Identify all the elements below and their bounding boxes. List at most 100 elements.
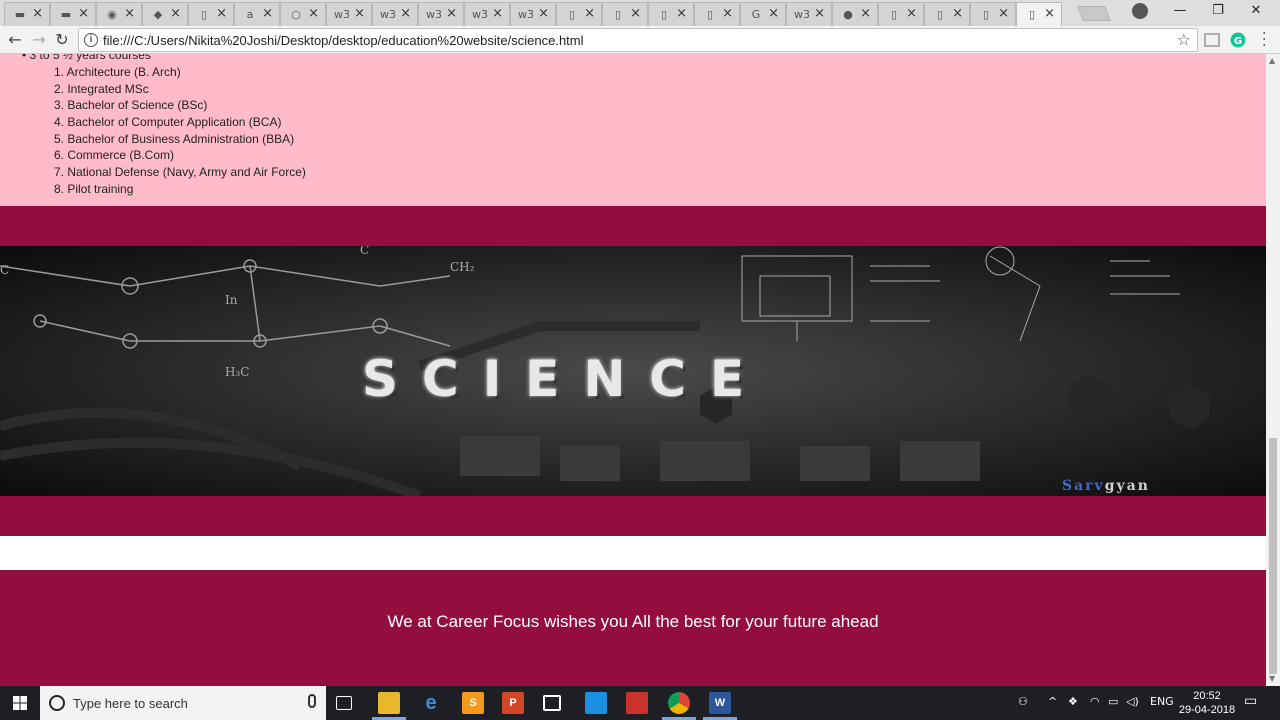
- scroll-down-icon[interactable]: ▼: [1269, 674, 1275, 683]
- task-view-icon[interactable]: [336, 696, 352, 710]
- browser-tab[interactable]: ▯ ×: [648, 2, 694, 26]
- powerpoint-icon[interactable]: P: [502, 692, 524, 714]
- browser-tab[interactable]: ▯ ×: [556, 2, 602, 26]
- safari-icon[interactable]: [585, 692, 607, 714]
- word-icon[interactable]: W: [709, 692, 731, 714]
- browser-tab[interactable]: ○ ×: [280, 2, 326, 26]
- close-tab-icon[interactable]: ×: [952, 6, 963, 21]
- list-item: 4. Bachelor of Computer Application (BCA…: [54, 115, 282, 130]
- browser-tab[interactable]: ◉ ×: [96, 2, 142, 26]
- url-text[interactable]: file:///C:/Users/Nikita%20Joshi/Desktop/…: [103, 33, 584, 48]
- browser-tab[interactable]: w3 ×: [418, 2, 464, 26]
- reload-button[interactable]: ↻: [51, 29, 73, 51]
- page-icon: ▯: [890, 8, 898, 21]
- store-icon[interactable]: [543, 695, 561, 711]
- cortana-icon[interactable]: [49, 695, 65, 711]
- browser-tab[interactable]: w3 ×: [786, 2, 832, 26]
- close-tab-icon[interactable]: ×: [124, 6, 135, 21]
- close-tab-icon[interactable]: ×: [492, 6, 503, 21]
- volume-icon[interactable]: ◁): [1126, 695, 1139, 708]
- browser-tab[interactable]: ▯ ×: [188, 2, 234, 26]
- close-tab-icon[interactable]: ×: [676, 6, 687, 21]
- wifi-icon[interactable]: ◠: [1090, 695, 1100, 708]
- people-icon[interactable]: ⚇: [1018, 695, 1028, 708]
- notification-icon[interactable]: ▭: [1244, 693, 1257, 709]
- dropbox-icon[interactable]: ❖: [1068, 695, 1078, 708]
- browser-tab[interactable]: G ×: [740, 2, 786, 26]
- browser-tab[interactable]: a ×: [234, 2, 280, 26]
- tray-expand-icon[interactable]: ^: [1048, 695, 1057, 708]
- minimize-button[interactable]: —: [1162, 0, 1198, 24]
- back-button[interactable]: ←: [4, 29, 26, 51]
- edge-icon[interactable]: e: [420, 692, 442, 714]
- acrobat-icon[interactable]: [626, 692, 648, 714]
- close-tab-icon[interactable]: ×: [1044, 6, 1055, 21]
- close-tab-icon[interactable]: ×: [262, 6, 273, 21]
- close-tab-icon[interactable]: ×: [170, 6, 181, 21]
- browser-tab[interactable]: ▯ ×: [694, 2, 740, 26]
- close-tab-icon[interactable]: ×: [584, 6, 595, 21]
- browser-tab[interactable]: ▯ ×: [1016, 2, 1062, 27]
- close-tab-icon[interactable]: ×: [768, 6, 779, 21]
- scrollbar-thumb[interactable]: [1269, 438, 1277, 674]
- browser-tab[interactable]: w3 ×: [464, 2, 510, 26]
- maroon-band-top: [0, 206, 1266, 246]
- chrome-icon[interactable]: [668, 692, 690, 714]
- address-bar[interactable]: i file:///C:/Users/Nikita%20Joshi/Deskto…: [78, 28, 1198, 52]
- close-tab-icon[interactable]: ×: [906, 6, 917, 21]
- extension-icon[interactable]: [1204, 32, 1220, 48]
- close-tab-icon[interactable]: ×: [308, 6, 319, 21]
- new-tab-button[interactable]: [1077, 6, 1111, 21]
- close-tab-icon[interactable]: ×: [354, 6, 365, 21]
- browser-tab[interactable]: ▬ ×: [50, 2, 96, 26]
- browser-tab[interactable]: w3 ×: [372, 2, 418, 26]
- close-tab-icon[interactable]: ×: [630, 6, 641, 21]
- clock[interactable]: 20:52 29-04-2018: [1172, 689, 1242, 717]
- close-tab-icon[interactable]: ×: [814, 6, 825, 21]
- close-window-button[interactable]: ✕: [1238, 0, 1274, 24]
- close-tab-icon[interactable]: ×: [216, 6, 227, 21]
- sublime-icon[interactable]: S: [462, 692, 484, 714]
- page-icon: ▯: [1028, 8, 1036, 21]
- profile-icon[interactable]: [1132, 3, 1148, 19]
- close-tab-icon[interactable]: ×: [538, 6, 549, 21]
- language-indicator[interactable]: ENG: [1150, 695, 1174, 708]
- close-tab-icon[interactable]: ×: [860, 6, 871, 21]
- cap-icon: ▬: [14, 8, 26, 21]
- browser-tab[interactable]: ▯ ×: [970, 2, 1016, 26]
- menu-icon[interactable]: · · ·: [1262, 27, 1266, 53]
- python-icon: ◆: [153, 8, 163, 21]
- forward-button[interactable]: →: [28, 29, 50, 51]
- scroll-up-icon[interactable]: ▲: [1269, 56, 1275, 65]
- browser-tab[interactable]: w3 ×: [510, 2, 556, 26]
- close-tab-icon[interactable]: ×: [998, 6, 1009, 21]
- browser-tab[interactable]: ▯ ×: [924, 2, 970, 26]
- page-icon: ▯: [660, 8, 668, 21]
- page-icon: ▯: [614, 8, 622, 21]
- search-input[interactable]: Type here to search: [73, 696, 188, 711]
- maximize-button[interactable]: ❐: [1200, 0, 1236, 24]
- grammarly-icon[interactable]: G: [1230, 32, 1246, 48]
- browser-tab[interactable]: ▬ ×: [4, 2, 50, 26]
- vertical-scrollbar[interactable]: ▲ ▼: [1266, 54, 1280, 686]
- bookmark-star-icon[interactable]: ☆: [1177, 30, 1191, 49]
- taskbar-search[interactable]: Type here to search: [40, 686, 326, 720]
- battery-icon[interactable]: ▭: [1108, 695, 1118, 708]
- browser-tab[interactable]: ▯ ×: [878, 2, 924, 26]
- browser-tab[interactable]: ◆ ×: [142, 2, 188, 26]
- browser-tab[interactable]: ▯ ×: [602, 2, 648, 26]
- microphone-icon[interactable]: [308, 694, 316, 708]
- info-icon[interactable]: i: [84, 33, 98, 47]
- list-item: 8. Pilot training: [54, 181, 134, 196]
- close-tab-icon[interactable]: ×: [722, 6, 733, 21]
- tab-strip: — ❐ ✕ ▬ × ▬ × ◉ × ◆ × ▯ × a × ○ × w3 × w3 × w3 × w3 × w3 × ▯ × ▯ × ▯…: [0, 0, 1280, 27]
- page-icon: ▯: [706, 8, 714, 21]
- close-tab-icon[interactable]: ×: [446, 6, 457, 21]
- browser-tab[interactable]: w3 ×: [326, 2, 372, 26]
- close-tab-icon[interactable]: ×: [32, 6, 43, 21]
- browser-tab[interactable]: ● ×: [832, 2, 878, 26]
- file-explorer-icon[interactable]: [378, 692, 400, 714]
- close-tab-icon[interactable]: ×: [400, 6, 411, 21]
- windows-start-icon[interactable]: [0, 686, 40, 720]
- close-tab-icon[interactable]: ×: [78, 6, 89, 21]
